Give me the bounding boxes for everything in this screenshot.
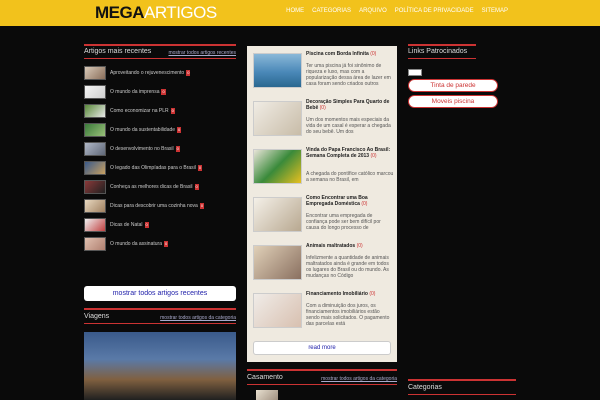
- casamento-link[interactable]: mostrar todos artigos da categoria: [321, 376, 397, 382]
- section-divider: [408, 44, 476, 46]
- list-item[interactable]: Conheça as melhores dicas de Brasil 0: [84, 178, 236, 196]
- post-card[interactable]: Financiamento Imobiliário (0) Com a dimi…: [253, 290, 393, 336]
- post-image[interactable]: [253, 293, 302, 328]
- main-nav: HOME CATEGORIAS ARQUIVO POLÍTICA DE PRIV…: [286, 8, 508, 14]
- nav-arquivo[interactable]: ARQUIVO: [359, 8, 387, 14]
- featured-posts-panel: Piscina com Borda Infinita (0) Ter uma p…: [247, 46, 397, 362]
- nav-politica[interactable]: POLÍTICA DE PRIVACIDADE: [395, 8, 474, 14]
- post-card[interactable]: Vinda do Papa Francisco Ao Brasil: Seman…: [253, 146, 393, 192]
- viagens-link[interactable]: mostrar todos artigos da categoria: [160, 315, 236, 321]
- post-image[interactable]: [253, 101, 302, 136]
- recent-articles-list: Aproveitando o rejuvenescimento 0 O mundo…: [84, 64, 236, 254]
- ad-link-tinta[interactable]: Tinta de parede: [408, 79, 498, 92]
- post-card[interactable]: Como Encontrar uma Boa Empregada Domésti…: [253, 194, 393, 240]
- article-thumbnail: [84, 85, 106, 99]
- recent-articles-heading: Artigos mais recentes mostrar todos arti…: [84, 47, 236, 59]
- article-thumbnail: [84, 142, 106, 156]
- list-item[interactable]: O desenvolvimento no Brasil 0: [84, 140, 236, 158]
- nav-home[interactable]: HOME: [286, 8, 304, 14]
- section-divider: [247, 369, 397, 371]
- section-divider: [84, 44, 236, 46]
- list-item[interactable]: O mundo da assinatura 0: [84, 235, 236, 253]
- list-item[interactable]: Aproveitando o rejuvenescimento 0: [84, 64, 236, 82]
- article-thumbnail: [84, 199, 106, 213]
- article-thumbnail: [84, 180, 106, 194]
- list-item[interactable]: Como economizar na PLR 0: [84, 102, 236, 120]
- categorias-heading: Categorias: [408, 383, 516, 395]
- article-thumbnail: [84, 123, 106, 137]
- section-divider: [408, 379, 516, 381]
- casamento-thumbnail[interactable]: [256, 390, 278, 400]
- post-image[interactable]: [253, 197, 302, 232]
- article-thumbnail: [84, 104, 106, 118]
- post-image[interactable]: [253, 245, 302, 280]
- top-header: MEGAARTIGOS HOME CATEGORIAS ARQUIVO POLÍ…: [0, 0, 600, 26]
- list-item[interactable]: O mundo da imprensa 0: [84, 83, 236, 101]
- site-logo[interactable]: MEGAARTIGOS: [95, 3, 217, 23]
- post-image[interactable]: [253, 53, 302, 88]
- adchoices-icon[interactable]: [408, 69, 422, 76]
- list-item[interactable]: O legado das Olimpíadas para o Brasil 0: [84, 159, 236, 177]
- post-card[interactable]: Animais maltratados (0) Infelizmente a q…: [253, 242, 393, 288]
- post-image[interactable]: [253, 149, 302, 184]
- list-item[interactable]: O mundo da sustentabilidade 0: [84, 121, 236, 139]
- section-divider: [84, 308, 236, 310]
- article-thumbnail: [84, 218, 106, 232]
- recent-articles-link[interactable]: mostrar todos artigos recentes: [168, 50, 236, 56]
- show-all-recent-button[interactable]: mostrar todos artigos recentes: [84, 286, 236, 301]
- viagens-heading: Viagens mostrar todos artigos da categor…: [84, 312, 236, 324]
- sponsored-links-heading: Links Patrocinados: [408, 47, 476, 59]
- list-item[interactable]: Dicas para descobrir uma cozinha nova 0: [84, 197, 236, 215]
- nav-sitemap[interactable]: SITEMAP: [482, 8, 508, 14]
- casamento-heading: Casamento mostrar todos artigos da categ…: [247, 373, 397, 385]
- post-card[interactable]: Decoração Simples Para Quarto de Bebê (0…: [253, 98, 393, 144]
- nav-categorias[interactable]: CATEGORIAS: [312, 8, 351, 14]
- article-thumbnail: [84, 237, 106, 251]
- read-more-button[interactable]: read more: [253, 341, 391, 355]
- article-thumbnail: [84, 161, 106, 175]
- post-card[interactable]: Piscina com Borda Infinita (0) Ter uma p…: [253, 50, 393, 96]
- article-thumbnail: [84, 66, 106, 80]
- viagens-city-image[interactable]: [84, 332, 236, 400]
- ad-link-moveis[interactable]: Moveis piscina: [408, 95, 498, 108]
- list-item[interactable]: Dicas de Natal 0: [84, 216, 236, 234]
